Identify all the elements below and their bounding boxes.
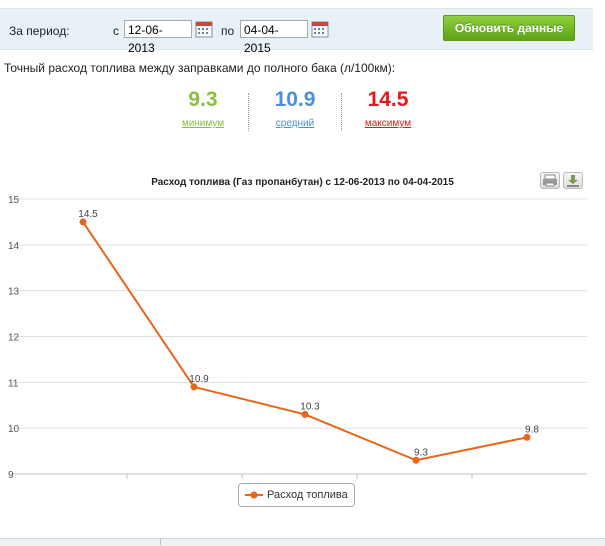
scrollbar-divider (160, 538, 161, 545)
consumption-caption: Точный расход топлива между заправками д… (4, 61, 396, 75)
data-label: 9.3 (414, 447, 428, 458)
stat-avg: 10.9 средний (260, 88, 330, 129)
stat-min-label[interactable]: минимум (168, 118, 238, 129)
data-point[interactable] (523, 433, 531, 441)
download-chart-button[interactable] (563, 172, 583, 189)
chart-title: Расход топлива (Газ пропанбутан) с 12-06… (151, 177, 454, 188)
y-tick-label: 15 (8, 195, 20, 206)
legend-marker (245, 491, 263, 499)
y-tick-label: 13 (8, 287, 20, 298)
calendar-icon[interactable] (311, 20, 329, 38)
y-tick-label: 10 (8, 424, 20, 435)
from-date-input[interactable]: 12-06-2013 (124, 20, 192, 55)
fuel-consumption-chart: 15 14 13 12 11 10 9 14.5 10.9 10.3 9.3 9.8 (8, 195, 587, 481)
from-label: с (113, 24, 119, 38)
data-label: 9.8 (525, 424, 539, 435)
divider (341, 93, 342, 131)
legend-item[interactable]: Расход топлива (238, 483, 355, 507)
divider (248, 93, 249, 131)
data-label: 14.5 (78, 209, 98, 220)
y-tick-label: 9 (8, 470, 14, 481)
data-point[interactable] (412, 456, 420, 464)
to-date-input[interactable]: 04-04-2015 (240, 20, 308, 55)
print-chart-button[interactable] (540, 172, 560, 189)
print-icon (543, 174, 557, 187)
calendar-icon[interactable] (195, 20, 213, 38)
period-toolbar: За период: с 12-06-2013 по 04-04-2015 Об… (0, 8, 593, 55)
data-point[interactable] (301, 410, 309, 418)
stat-max-label[interactable]: максимум (353, 118, 423, 129)
stat-min-value: 9.3 (188, 88, 218, 111)
data-label: 10.9 (189, 374, 209, 385)
stat-avg-label[interactable]: средний (260, 118, 330, 129)
data-label: 10.3 (300, 401, 320, 412)
data-point[interactable] (190, 383, 198, 391)
series-line (82, 221, 528, 462)
to-label: по (221, 24, 235, 38)
y-tick-label: 12 (8, 333, 20, 344)
y-tick-label: 11 (8, 378, 19, 389)
data-point[interactable] (79, 218, 87, 226)
stat-max-value: 14.5 (367, 88, 409, 111)
stat-min: 9.3 минимум (168, 88, 238, 129)
y-tick-label: 14 (8, 241, 20, 252)
stat-avg-value: 10.9 (274, 88, 316, 111)
legend-label: Расход топлива (267, 489, 348, 501)
stat-max: 14.5 максимум (353, 88, 423, 129)
period-label: За период: (9, 24, 70, 38)
download-icon (567, 175, 579, 187)
refresh-data-button[interactable]: Обновить данные (443, 15, 575, 41)
